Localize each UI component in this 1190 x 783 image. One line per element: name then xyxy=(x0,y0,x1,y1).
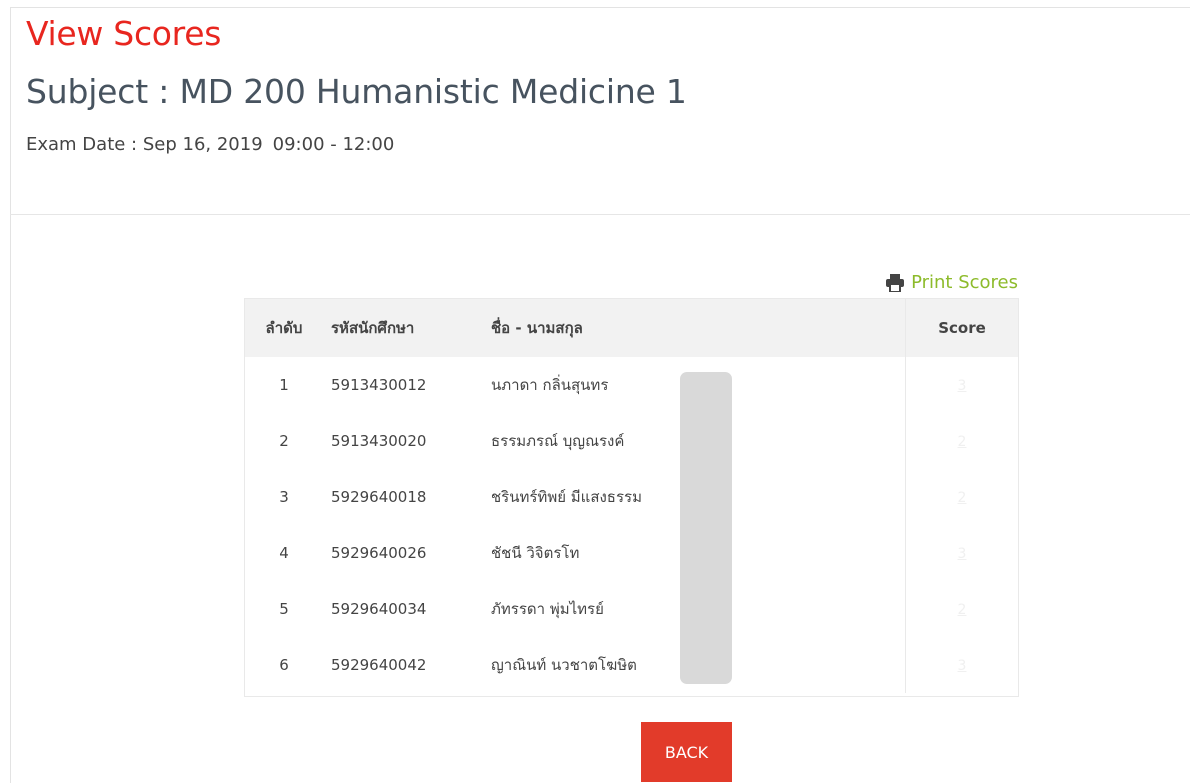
table-row: 1 5913430012 นภาดา กลิ่นสุนทร 3 xyxy=(245,357,1018,413)
header-number: ลำดับ xyxy=(265,319,303,337)
row-student-id: 5913430020 xyxy=(331,432,427,450)
header-name: ชื่อ - นามสกุล xyxy=(491,319,583,337)
exam-date: Exam Date : Sep 16, 2019 09:00 - 12:00 xyxy=(26,134,394,155)
row-student-id: 5929640026 xyxy=(331,544,427,562)
table-row: 2 5913430020 ธรรมภรณ์ บุญณรงค์ 2 xyxy=(245,413,1018,469)
print-scores-label: Print Scores xyxy=(911,272,1018,293)
row-score-link[interactable]: 2 xyxy=(958,434,967,450)
row-score-link[interactable]: 2 xyxy=(958,490,967,506)
row-student-id: 5929640042 xyxy=(331,656,427,674)
scores-table: ลำดับ รหัสนักศึกษา ชื่อ - นามสกุล Score … xyxy=(244,298,1019,697)
exam-time: 09:00 - 12:00 xyxy=(272,134,395,155)
row-number: 4 xyxy=(279,544,289,562)
table-row: 5 5929640034 ภัทรรดา พุ่มไทรย์ 2 xyxy=(245,581,1018,637)
row-number: 2 xyxy=(279,432,289,450)
row-student-id: 5929640018 xyxy=(331,488,427,506)
print-scores-link[interactable]: Print Scores xyxy=(885,272,1018,293)
row-number: 6 xyxy=(279,656,289,674)
back-button[interactable]: BACK xyxy=(641,722,732,782)
row-number: 3 xyxy=(279,488,289,506)
table-row: 6 5929640042 ญาณินท์ นวชาตโฆษิต 3 xyxy=(245,637,1018,693)
table-row: 3 5929640018 ชรินทร์ทิพย์ มีแสงธรรม 2 xyxy=(245,469,1018,525)
header-score: Score xyxy=(905,299,1018,357)
page-title: View Scores xyxy=(26,14,222,53)
row-number: 1 xyxy=(279,376,289,394)
divider xyxy=(10,214,1190,215)
row-score-link[interactable]: 2 xyxy=(958,602,967,618)
exam-date-label: Exam Date : Sep 16, 2019 xyxy=(26,134,263,155)
score-column-highlight xyxy=(680,372,732,684)
subject-title: Subject : MD 200 Humanistic Medicine 1 xyxy=(26,72,687,111)
table-row: 4 5929640026 ชัชนี วิจิตรโท 3 xyxy=(245,525,1018,581)
row-number: 5 xyxy=(279,600,289,618)
row-student-id: 5913430012 xyxy=(331,376,427,394)
table-header-row: ลำดับ รหัสนักศึกษา ชื่อ - นามสกุล Score xyxy=(245,299,1018,357)
row-score-link[interactable]: 3 xyxy=(958,378,967,394)
row-score-link[interactable]: 3 xyxy=(958,658,967,674)
row-student-id: 5929640034 xyxy=(331,600,427,618)
printer-icon xyxy=(885,273,905,293)
header-student-id: รหัสนักศึกษา xyxy=(331,319,415,337)
row-score-link[interactable]: 3 xyxy=(958,546,967,562)
